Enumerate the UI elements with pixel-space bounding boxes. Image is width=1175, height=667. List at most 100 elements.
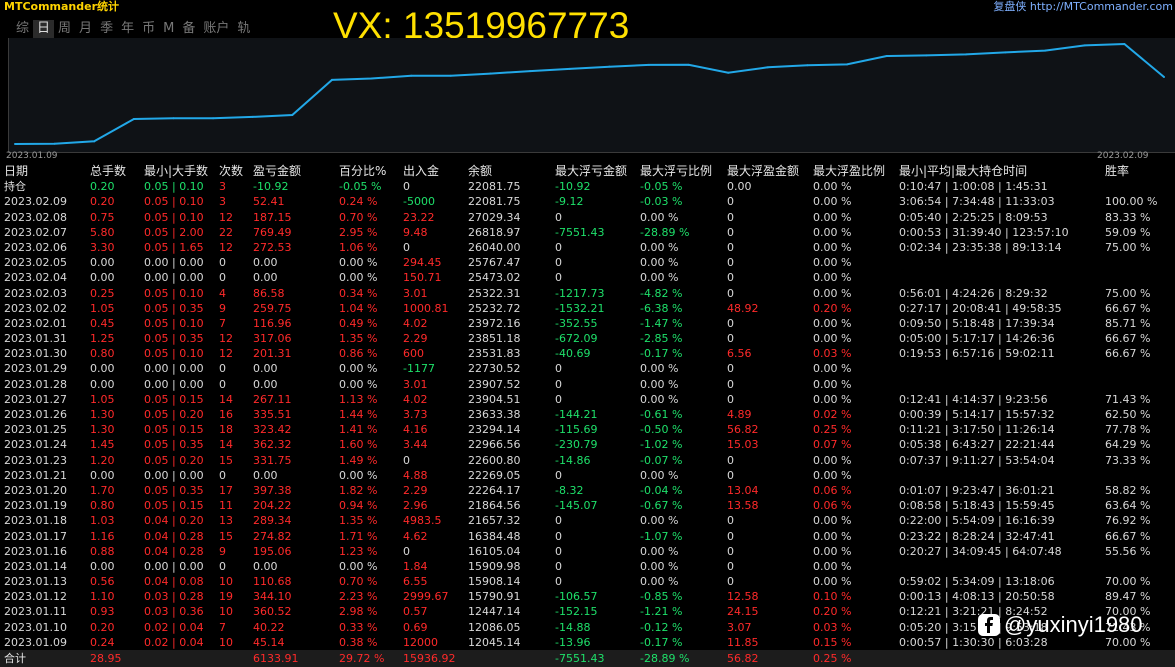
cell-12: 0:08:58 | 5:18:43 | 15:59:45 (899, 499, 1055, 513)
equity-point (410, 74, 413, 77)
cell-0: 2023.01.10 (4, 620, 67, 634)
cell-4: 272.53 (253, 240, 292, 254)
cell-8: -1217.73 (555, 286, 605, 300)
cell-4: 335.51 (253, 408, 292, 421)
cell-6: 2.29 (403, 483, 428, 497)
cell-9: -0.67 % (640, 499, 683, 513)
cell-6: 294.45 (403, 256, 442, 270)
cell-8: 0 (555, 271, 562, 285)
cell-10: 48.92 (727, 301, 759, 315)
cell-4: 344.10 (253, 590, 292, 604)
cell-8: -144.21 (555, 408, 598, 421)
cell-7: 23904.51 (468, 392, 521, 406)
table-row: 持仓 0.20 0.05 | 0.10 3 -10.92 -0.05 % 0 22081.75… (0, 179, 1175, 194)
cell-5: 0.34 % (339, 286, 378, 300)
cell-5: 0.33 % (339, 620, 378, 634)
cell-9: 0.00 % (640, 544, 679, 558)
cell-5: 0.24 % (339, 195, 378, 209)
tab-4[interactable]: 季 (96, 20, 117, 38)
cell-8: -145.07 (555, 499, 598, 513)
tab-3[interactable]: 月 (75, 20, 96, 38)
cell-12: 0:02:34 | 23:35:38 | 89:13:14 (899, 240, 1062, 254)
tab-9[interactable]: 账户 (199, 20, 233, 38)
header-cell-8: 最大浮亏金额 (555, 164, 628, 178)
equity-point (1083, 44, 1086, 47)
equity-point (568, 67, 571, 70)
equity-point (53, 142, 56, 145)
cell-7: 26818.97 (468, 225, 521, 239)
cell-13: 58.82 % (1105, 483, 1151, 497)
cell-11: 0.07 % (813, 438, 852, 452)
cell-6: 1.84 (403, 559, 428, 573)
cell-5: 0.00 % (339, 468, 378, 482)
tab-0[interactable]: 综 (12, 20, 33, 38)
table-row: 2023.02.03 0.25 0.05 | 0.10 4 86.58 0.34 % 3.0… (0, 286, 1175, 301)
cell-7: 15790.91 (468, 590, 521, 604)
cell-10: 56.82 (727, 423, 759, 437)
cell-0: 2023.01.17 (4, 529, 67, 543)
equity-point (529, 70, 532, 73)
cell-0: 2023.02.04 (4, 271, 67, 285)
tab-1[interactable]: 日 (33, 20, 55, 38)
cell-5: 0.49 % (339, 316, 378, 330)
equity-point (1163, 76, 1165, 79)
cell-10: 0 (727, 225, 734, 239)
cell-9: -0.12 % (640, 620, 683, 634)
header-cell-1: 总手数 (90, 164, 127, 178)
cell-0: 2023.01.20 (4, 483, 67, 497)
cell-5: 1.23 % (339, 544, 378, 558)
cell-3: 14 (219, 438, 233, 452)
cell-11: 0.00 % (813, 514, 852, 528)
cell-9: -1.47 % (640, 316, 683, 330)
cell-12: 0:00:53 | 31:39:40 | 123:57:10 (899, 225, 1069, 239)
cell-0: 2023.02.07 (4, 225, 67, 239)
cell-5: 1.35 % (339, 514, 378, 528)
cell-0: 2023.01.25 (4, 423, 67, 437)
cell-0: 2023.01.27 (4, 392, 67, 406)
cell-5: 1.71 % (339, 529, 378, 543)
cell-9: 0.00 % (640, 362, 679, 376)
cell-10: 0 (727, 362, 734, 376)
cell-7: 15908.14 (468, 575, 521, 589)
cell-10: 15.03 (727, 438, 759, 452)
cell-4: 110.68 (253, 575, 292, 589)
cell-8: 0 (555, 362, 562, 376)
cell-6: 0 (403, 240, 410, 254)
cell-11: 0.06 % (813, 483, 852, 497)
cell-9: -0.03 % (640, 195, 683, 209)
tab-8[interactable]: 备 (178, 20, 199, 38)
equity-point (687, 63, 690, 66)
tab-7[interactable]: M (159, 20, 178, 38)
cell-12: 0:10:47 | 1:00:08 | 1:45:31 (899, 180, 1048, 194)
table-row: 2023.01.27 1.05 0.05 | 0.15 14 267.11 1.13 % 4… (0, 392, 1175, 407)
cell-6: 4983.5 (403, 514, 442, 528)
cell-3: 19 (219, 590, 233, 604)
cell-1: 0.00 (90, 362, 115, 376)
cell-1: 0.93 (90, 605, 115, 619)
tab-10[interactable]: 轨 (233, 20, 254, 38)
cell-5: 2.98 % (339, 605, 378, 619)
cell-8: -14.86 (555, 453, 591, 467)
cell-13: 75.00 % (1105, 240, 1151, 254)
cell-12: 0:00:39 | 5:14:17 | 15:57:32 (899, 408, 1055, 421)
cell-4: 0.00 (253, 468, 278, 482)
tab-2[interactable]: 周 (54, 20, 75, 38)
cell-0: 2023.02.09 (4, 195, 67, 209)
equity-point (806, 64, 809, 67)
cell-7: 22264.17 (468, 483, 521, 497)
cell-5: 1.49 % (339, 453, 378, 467)
tab-5[interactable]: 年 (117, 20, 138, 38)
cell-11: 0.00 % (813, 453, 852, 467)
app-link[interactable]: 复盘侠 http://MTCommander.com (993, 0, 1173, 13)
cell-1: 0.88 (90, 544, 115, 558)
cell-2: 0.03 | 0.36 (144, 605, 204, 619)
cell-6: 23.22 (403, 210, 435, 224)
cell-4: 289.34 (253, 514, 292, 528)
cell-9: -1.07 % (640, 529, 683, 543)
tab-6[interactable]: 币 (138, 20, 159, 38)
cell-1: 1.70 (90, 483, 115, 497)
cell-10: 6.56 (727, 347, 752, 361)
cell-10: 0 (727, 453, 734, 467)
cell-13: 64.29 % (1105, 438, 1151, 452)
cell-2: 0.00 | 0.00 (144, 559, 204, 573)
